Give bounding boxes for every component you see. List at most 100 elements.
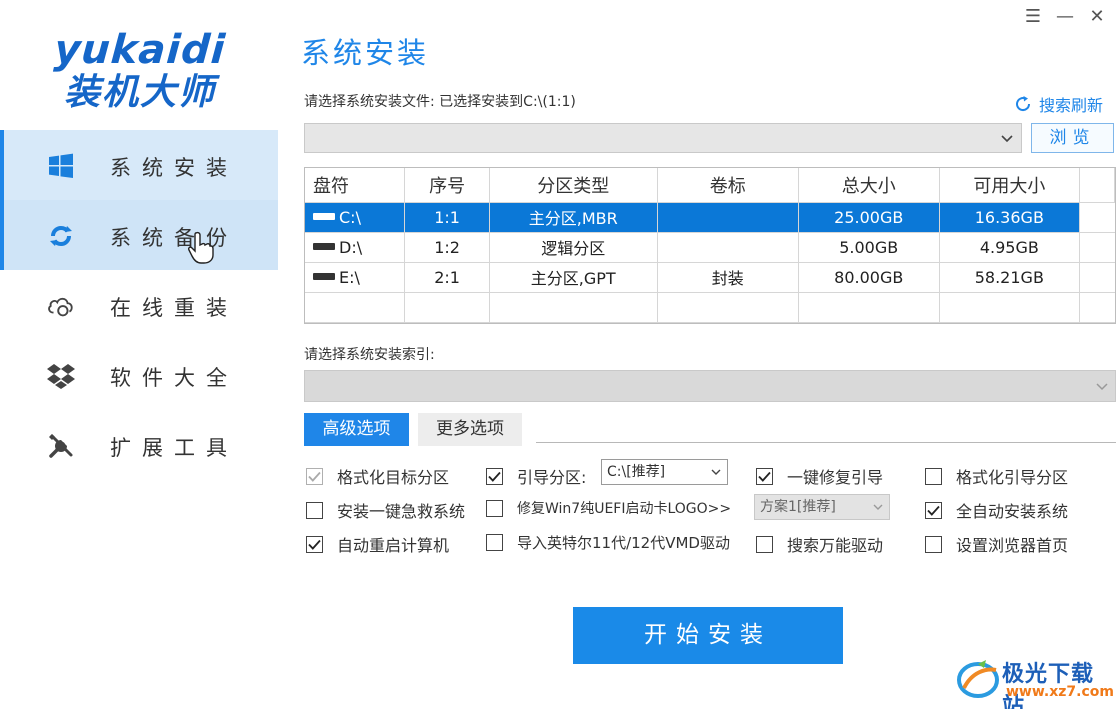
drive-cell: D:\: [305, 232, 406, 263]
refresh-icon: [1016, 96, 1031, 112]
index-cell: 1:1: [404, 202, 490, 233]
win7-uefi-option[interactable]: 修复Win7纯UEFI启动卡LOGO>>: [486, 498, 731, 518]
watermark-url: www.xz7.com: [1006, 684, 1114, 700]
dropbox-icon: [46, 362, 76, 390]
boot-partition-select[interactable]: C:\[推荐]: [601, 459, 728, 485]
refresh-label: 搜索刷新: [1039, 96, 1104, 115]
auto-install-option[interactable]: 全自动安装系统: [925, 498, 1068, 522]
column-header-total: 总大小: [798, 168, 940, 203]
browser-home-option[interactable]: 设置浏览器首页: [925, 532, 1068, 556]
win7-uefi-select[interactable]: 方案1[推荐]: [754, 494, 890, 520]
minimize-icon[interactable]: —: [1052, 4, 1078, 28]
free-size-cell: 16.36GB: [939, 202, 1081, 233]
one-click-repair-checkbox[interactable]: [756, 467, 773, 485]
format-target-option[interactable]: 格式化目标分区: [306, 464, 449, 488]
sidebar-item-system-install[interactable]: 系统安装: [0, 130, 278, 200]
watermark-logo-icon: [957, 660, 999, 698]
column-header-filler: [1079, 168, 1115, 203]
rescue-system-option[interactable]: 安装一键急救系统: [306, 498, 465, 522]
cloud-icon: [46, 292, 76, 320]
auto-restart-label: 自动重启计算机: [337, 536, 450, 555]
empty-cell: [305, 292, 406, 323]
sidebar-item-label: 软件大全: [110, 366, 238, 390]
filler-cell: [1079, 202, 1115, 233]
boot-partition-value: C:\[推荐]: [607, 464, 666, 480]
format-boot-option[interactable]: 格式化引导分区: [925, 464, 1068, 488]
format-boot-checkbox[interactable]: [925, 467, 942, 485]
tab-divider: [536, 442, 1116, 443]
rescue-system-label: 安装一键急救系统: [337, 502, 466, 521]
sidebar-item-label: 扩展工具: [110, 436, 238, 460]
sidebar-item-system-backup[interactable]: 系统备份: [0, 200, 278, 270]
drive-letter: D:\: [339, 237, 363, 257]
intel-vmd-option[interactable]: 导入英特尔11代/12代VMD驱动: [486, 532, 730, 553]
auto-restart-checkbox[interactable]: [306, 535, 323, 553]
boot-partition-option[interactable]: 引导分区:: [486, 464, 586, 488]
install-index-label: 请选择系统安装索引:: [304, 347, 435, 363]
browse-button[interactable]: 浏览: [1031, 123, 1114, 153]
win7-uefi-checkbox[interactable]: [486, 499, 503, 517]
auto-install-label: 全自动安装系统: [956, 502, 1069, 521]
tab-advanced-options[interactable]: 高级选项: [304, 413, 409, 446]
sidebar-item-tools[interactable]: 扩展工具: [0, 410, 278, 480]
browser-home-checkbox[interactable]: [925, 535, 942, 553]
chevron-down-icon: [873, 504, 883, 510]
format-target-checkbox[interactable]: [306, 467, 323, 485]
empty-cell: [657, 292, 799, 323]
column-header-type: 分区类型: [489, 168, 658, 203]
column-header-drive: 盘符: [305, 168, 406, 203]
auto-install-checkbox[interactable]: [925, 501, 942, 519]
tools-icon: [46, 432, 76, 460]
table-row[interactable]: D:\ 1:2 逻辑分区 5.00GB 4.95GB: [305, 232, 1115, 263]
boot-partition-checkbox[interactable]: [486, 467, 503, 485]
app-logo: yukaidi 装机大师: [50, 27, 230, 114]
sidebar-item-software[interactable]: 软件大全: [0, 340, 278, 410]
drive-icon: [313, 213, 335, 220]
checkmark-icon: [308, 539, 321, 550]
auto-restart-option[interactable]: 自动重启计算机: [306, 532, 449, 556]
search-driver-option[interactable]: 搜索万能驱动: [756, 532, 883, 556]
watermark-title: 极光下载站: [1002, 662, 1095, 709]
empty-cell: [798, 292, 940, 323]
close-icon[interactable]: ✕: [1084, 4, 1110, 28]
install-index-select[interactable]: [304, 370, 1116, 402]
total-size-cell: 5.00GB: [798, 232, 940, 263]
index-cell: 2:1: [404, 262, 490, 293]
chevron-down-icon: [711, 469, 721, 475]
watermark: 极光下载站 www.xz7.com: [956, 654, 1114, 709]
install-file-label: 请选择系统安装文件: 已选择安装到C:\(1:1): [304, 94, 576, 110]
logo-english: yukaidi: [52, 27, 228, 73]
install-file-select[interactable]: [304, 123, 1022, 153]
one-click-repair-option[interactable]: 一键修复引导: [756, 464, 883, 488]
table-row[interactable]: E:\ 2:1 主分区,GPT 封装 80.00GB 58.21GB: [305, 262, 1115, 293]
hand-cursor-icon: [188, 231, 214, 264]
chevron-down-icon: [1001, 135, 1013, 143]
start-install-button[interactable]: 开始安装: [573, 607, 843, 664]
search-driver-label: 搜索万能驱动: [787, 536, 884, 555]
type-cell: 主分区,GPT: [489, 262, 658, 293]
sidebar-item-label: 在线重装: [110, 296, 238, 320]
one-click-repair-label: 一键修复引导: [787, 468, 884, 487]
search-refresh-button[interactable]: 搜索刷新: [1013, 92, 1103, 116]
search-driver-checkbox[interactable]: [756, 535, 773, 553]
sidebar-item-online-reinstall[interactable]: 在线重装: [0, 270, 278, 340]
menu-icon[interactable]: ☰: [1020, 4, 1046, 28]
total-size-cell: 25.00GB: [798, 202, 940, 233]
table-row[interactable]: C:\ 1:1 主分区,MBR 25.00GB 16.36GB: [305, 202, 1115, 233]
index-cell: 1:2: [404, 232, 490, 263]
page-title: 系统安装: [301, 36, 430, 70]
win7-uefi-label: 修复Win7纯UEFI启动卡LOGO>>: [517, 501, 732, 517]
checkmark-icon: [927, 505, 940, 516]
checkmark-icon: [308, 471, 321, 482]
table-row-empty: [305, 292, 1115, 323]
intel-vmd-checkbox[interactable]: [486, 534, 503, 551]
sidebar-item-label: 系统安装: [110, 156, 238, 180]
empty-cell: [489, 292, 658, 323]
sidebar: yukaidi 装机大师 系统安装 系统备份 在线重装 软件大全 扩展工具: [0, 0, 278, 709]
windows-icon: [46, 152, 76, 180]
volume-label-cell: [657, 202, 799, 233]
rescue-system-checkbox[interactable]: [306, 501, 323, 519]
drive-icon: [313, 273, 335, 280]
tab-more-options[interactable]: 更多选项: [418, 413, 522, 446]
filler-cell: [1079, 232, 1115, 263]
